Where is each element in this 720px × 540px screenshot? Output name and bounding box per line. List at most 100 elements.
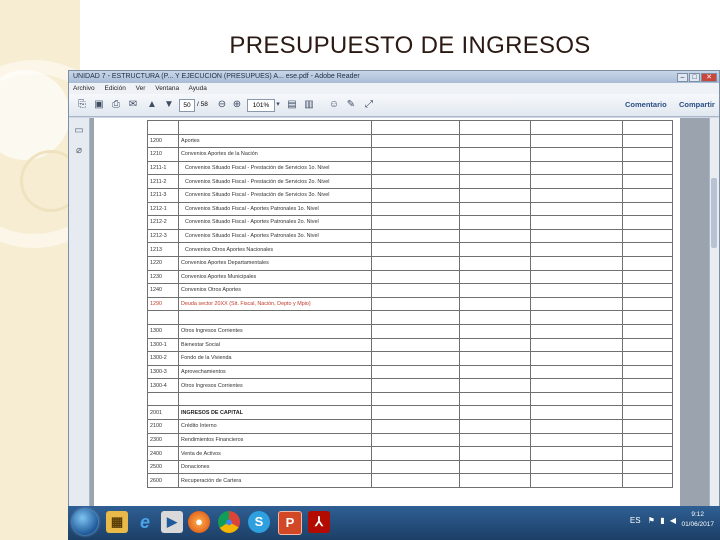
fit-page-icon[interactable]: ▤ [285, 98, 299, 112]
row-cell [622, 187, 673, 203]
create-pdf-icon[interactable]: ⎘ [75, 98, 89, 112]
row-cell [530, 120, 623, 135]
zoom-in-icon[interactable]: ⊕ [230, 98, 244, 112]
row-code: 1200 [147, 133, 179, 149]
row-cell [459, 174, 531, 189]
comment-button[interactable]: Comentario [625, 100, 667, 109]
attachment-icon[interactable]: ⌀ [73, 144, 85, 158]
menu-ventana[interactable]: Ventana [155, 85, 179, 92]
internet-explorer-icon[interactable]: e [134, 511, 156, 533]
language-indicator[interactable]: ES [630, 516, 641, 525]
row-code: 1300-4 [147, 378, 179, 393]
chrome-icon[interactable]: ● [218, 511, 240, 533]
row-cell [459, 296, 531, 312]
row-cell [622, 351, 673, 366]
table-row: 1200 Aportes [147, 133, 673, 149]
row-description: Convenios Situado Fiscal - Prestación de… [178, 160, 372, 176]
table-row: 2400 Venta de Activos [147, 446, 673, 461]
comment-icon[interactable]: ☺ [327, 98, 341, 112]
email-icon[interactable]: ✉ [126, 98, 140, 112]
row-description [178, 120, 372, 135]
zoom-level-input[interactable]: 101% [247, 99, 275, 112]
menu-archivo[interactable]: Archivo [73, 85, 95, 92]
media-player-icon[interactable]: ▶ [161, 511, 183, 533]
row-cell [371, 323, 460, 339]
menu-edicion[interactable]: Edición [105, 85, 126, 92]
row-code: 1212-3 [147, 228, 179, 244]
table-row: 1210 Convenios Aportes de la Nación [147, 147, 673, 162]
table-row: 1300-1 Bienestar Social [147, 337, 673, 353]
row-cell [530, 133, 623, 149]
pages-icon[interactable]: ▭ [73, 124, 85, 138]
row-cell [530, 432, 623, 448]
row-cell [459, 283, 531, 298]
firefox-icon[interactable]: ● [188, 511, 210, 533]
row-cell [371, 432, 460, 448]
skype-icon[interactable]: S [248, 511, 270, 533]
row-cell [622, 378, 673, 393]
page-number-input[interactable]: 50 [179, 99, 195, 112]
maximize-button[interactable]: □ [689, 73, 700, 82]
row-description: Recuperación de Cartera [178, 473, 372, 489]
row-cell [459, 459, 531, 475]
row-cell [459, 255, 531, 271]
clock-date: 01/06/2017 [681, 521, 714, 528]
row-cell [530, 228, 623, 244]
powerpoint-icon[interactable]: P [278, 511, 302, 535]
table-row: 1300-4 Otros Ingresos Corrientes [147, 378, 673, 393]
fit-width-icon[interactable]: ▥ [302, 98, 316, 112]
zoom-out-icon[interactable]: ⊖ [215, 98, 229, 112]
row-cell [622, 419, 673, 434]
table-row: 1220 Convenios Aportes Departamentales [147, 255, 673, 271]
row-cell [530, 242, 623, 257]
row-cell [530, 147, 623, 162]
menu-ver[interactable]: Ver [136, 85, 146, 92]
row-cell [371, 120, 460, 135]
scrollbar-thumb[interactable] [711, 178, 717, 248]
row-description: Venta de Activos [178, 446, 372, 461]
save-icon[interactable]: ▣ [92, 98, 106, 112]
row-cell [371, 201, 460, 217]
highlight-icon[interactable]: ✎ [344, 98, 358, 112]
close-button[interactable]: ✕ [701, 73, 717, 82]
row-cell [622, 120, 673, 135]
chevron-down-icon[interactable]: ▾ [273, 98, 283, 112]
print-icon[interactable]: ⎙ [109, 98, 123, 112]
page-up-icon[interactable]: ▲ [145, 98, 159, 112]
page-down-icon[interactable]: ▼ [162, 98, 176, 112]
vertical-scrollbar[interactable] [709, 118, 719, 507]
row-cell [459, 337, 531, 353]
flag-icon[interactable]: ⚑ [648, 516, 655, 525]
sign-icon[interactable]: ⤢ [362, 98, 376, 112]
row-code: 1212-2 [147, 215, 179, 230]
window-titlebar[interactable]: UNIDAD 7 - ESTRUCTURA (P... Y EJECUCION … [69, 71, 719, 83]
row-cell [622, 242, 673, 257]
explorer-icon[interactable]: ▦ [106, 511, 128, 533]
row-description: Otros Ingresos Corrientes [178, 378, 372, 393]
income-table: 1200 Aportes 1210 Convenios Aportes de la N… [147, 120, 673, 489]
row-description: Otros Ingresos Corrientes [178, 323, 372, 339]
minimize-button[interactable]: – [677, 73, 688, 82]
volume-icon[interactable]: ◀ [670, 516, 676, 525]
system-clock[interactable]: 9:12 01/06/2017 [681, 510, 714, 530]
row-description [178, 310, 372, 325]
adobe-reader-icon[interactable]: ⅄ [308, 511, 330, 533]
table-row: 1211-3 Convenios Situado Fiscal - Prestac… [147, 187, 673, 203]
table-row: 1290 Deuda sector 20XX (Sit. Fiscal, Naci… [147, 296, 673, 312]
clock-time: 9:12 [691, 511, 705, 518]
menu-ayuda[interactable]: Ayuda [189, 85, 207, 92]
network-icon[interactable]: ▮ [660, 516, 664, 525]
start-button[interactable] [72, 509, 98, 535]
row-cell [622, 310, 673, 325]
row-cell [530, 283, 623, 298]
row-cell [371, 364, 460, 380]
row-cell [371, 133, 460, 149]
row-description: Bienestar Social [178, 337, 372, 353]
row-cell [530, 174, 623, 189]
row-cell [371, 160, 460, 176]
row-cell [371, 187, 460, 203]
row-description: Convenios Aportes Departamentales [178, 255, 372, 271]
share-button[interactable]: Compartir [679, 100, 715, 109]
row-cell [530, 310, 623, 325]
row-code: 1212-1 [147, 201, 179, 217]
